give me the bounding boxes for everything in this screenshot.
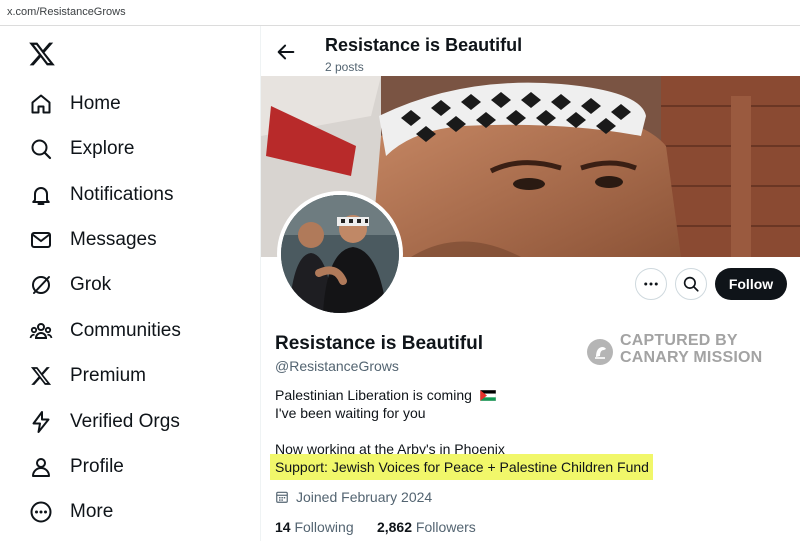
communities-icon: [29, 323, 53, 339]
browser-url-bar[interactable]: x.com/ResistanceGrows: [0, 0, 800, 26]
search-icon: [683, 276, 699, 292]
watermark-line2: CANARY MISSION: [620, 349, 763, 366]
sidebar-item-verified-orgs[interactable]: Verified Orgs: [28, 407, 180, 437]
sidebar-item-profile[interactable]: Profile: [28, 452, 124, 482]
bio-line-1: Palestinian Liberation is coming: [275, 387, 472, 403]
followers-link[interactable]: 2,862 Followers: [377, 519, 476, 535]
follow-stats: 14 Following 2,862 Followers: [275, 519, 476, 535]
following-label: Following: [294, 519, 354, 535]
sidebar-nav: Home Explore Notifications Messages Grok…: [0, 26, 260, 541]
post-count: 2 posts: [325, 60, 364, 74]
watermark: CAPTURED BY CANARY MISSION: [587, 332, 787, 368]
sidebar-item-label: Communities: [70, 320, 181, 341]
back-arrow-icon[interactable]: [275, 41, 297, 63]
search-profile-button[interactable]: [675, 268, 707, 300]
sidebar-item-communities[interactable]: Communities: [28, 316, 181, 346]
bio-line-4: Support: Jewish Voices for Peace + Pales…: [275, 459, 649, 475]
url-text: x.com/ResistanceGrows: [7, 6, 126, 18]
sidebar-item-home[interactable]: Home: [28, 89, 121, 119]
calendar-icon: [276, 491, 288, 503]
sidebar-item-label: Premium: [70, 365, 147, 386]
bell-icon: [32, 187, 50, 205]
joined-date: Joined February 2024: [275, 489, 432, 505]
search-icon: [31, 139, 52, 160]
sidebar-item-label: More: [70, 501, 114, 522]
profile-handle: @ResistanceGrows: [275, 358, 399, 374]
bio-line: Palestinian Liberation is coming: [275, 387, 497, 403]
avatar-photo: [281, 195, 399, 313]
sidebar-item-label: Messages: [70, 229, 157, 250]
bio-line-2: I've been waiting for you: [275, 405, 426, 421]
profile-name: Resistance is Beautiful: [275, 333, 484, 354]
followers-count: 2,862: [376, 519, 412, 535]
palestine-flag-icon: [479, 388, 497, 402]
sidebar-item-messages[interactable]: Messages: [28, 225, 157, 255]
following-link[interactable]: 14 Following: [275, 519, 354, 535]
profile-main: Resistance is Beautiful 2 posts Follow R…: [260, 26, 800, 541]
follow-button[interactable]: Follow: [715, 268, 787, 300]
following-count: 14: [275, 519, 291, 535]
sidebar-item-label: Home: [70, 93, 121, 114]
sidebar-item-notifications[interactable]: Notifications: [28, 180, 174, 210]
sidebar-item-more[interactable]: More: [28, 497, 113, 527]
lightning-icon: [32, 411, 50, 433]
sidebar-item-label: Profile: [70, 456, 124, 477]
sidebar-item-label: Grok: [70, 274, 112, 295]
more-options-button[interactable]: [635, 268, 667, 300]
x-logo-icon[interactable]: [28, 40, 56, 68]
more-circle-icon: [30, 501, 52, 523]
mail-icon: [31, 232, 51, 248]
sidebar-item-premium[interactable]: Premium: [28, 361, 146, 391]
avatar[interactable]: [277, 191, 403, 317]
page-title: Resistance is Beautiful: [325, 35, 523, 55]
ellipsis-icon: [644, 282, 658, 286]
watermark-line1: CAPTURED BY: [620, 332, 738, 349]
sidebar-item-grok[interactable]: Grok: [28, 270, 111, 300]
sidebar-item-label: Explore: [70, 138, 135, 159]
person-icon: [32, 458, 50, 477]
canary-bird-icon: [587, 339, 613, 365]
x-logo-icon: [30, 367, 52, 385]
sidebar-item-label: Notifications: [70, 184, 174, 205]
sidebar-item-label: Verified Orgs: [70, 411, 180, 432]
grok-icon: [32, 276, 50, 294]
home-icon: [31, 94, 51, 114]
joined-text: Joined February 2024: [296, 489, 433, 505]
sidebar-item-explore[interactable]: Explore: [28, 134, 134, 164]
followers-label: Followers: [415, 519, 476, 535]
